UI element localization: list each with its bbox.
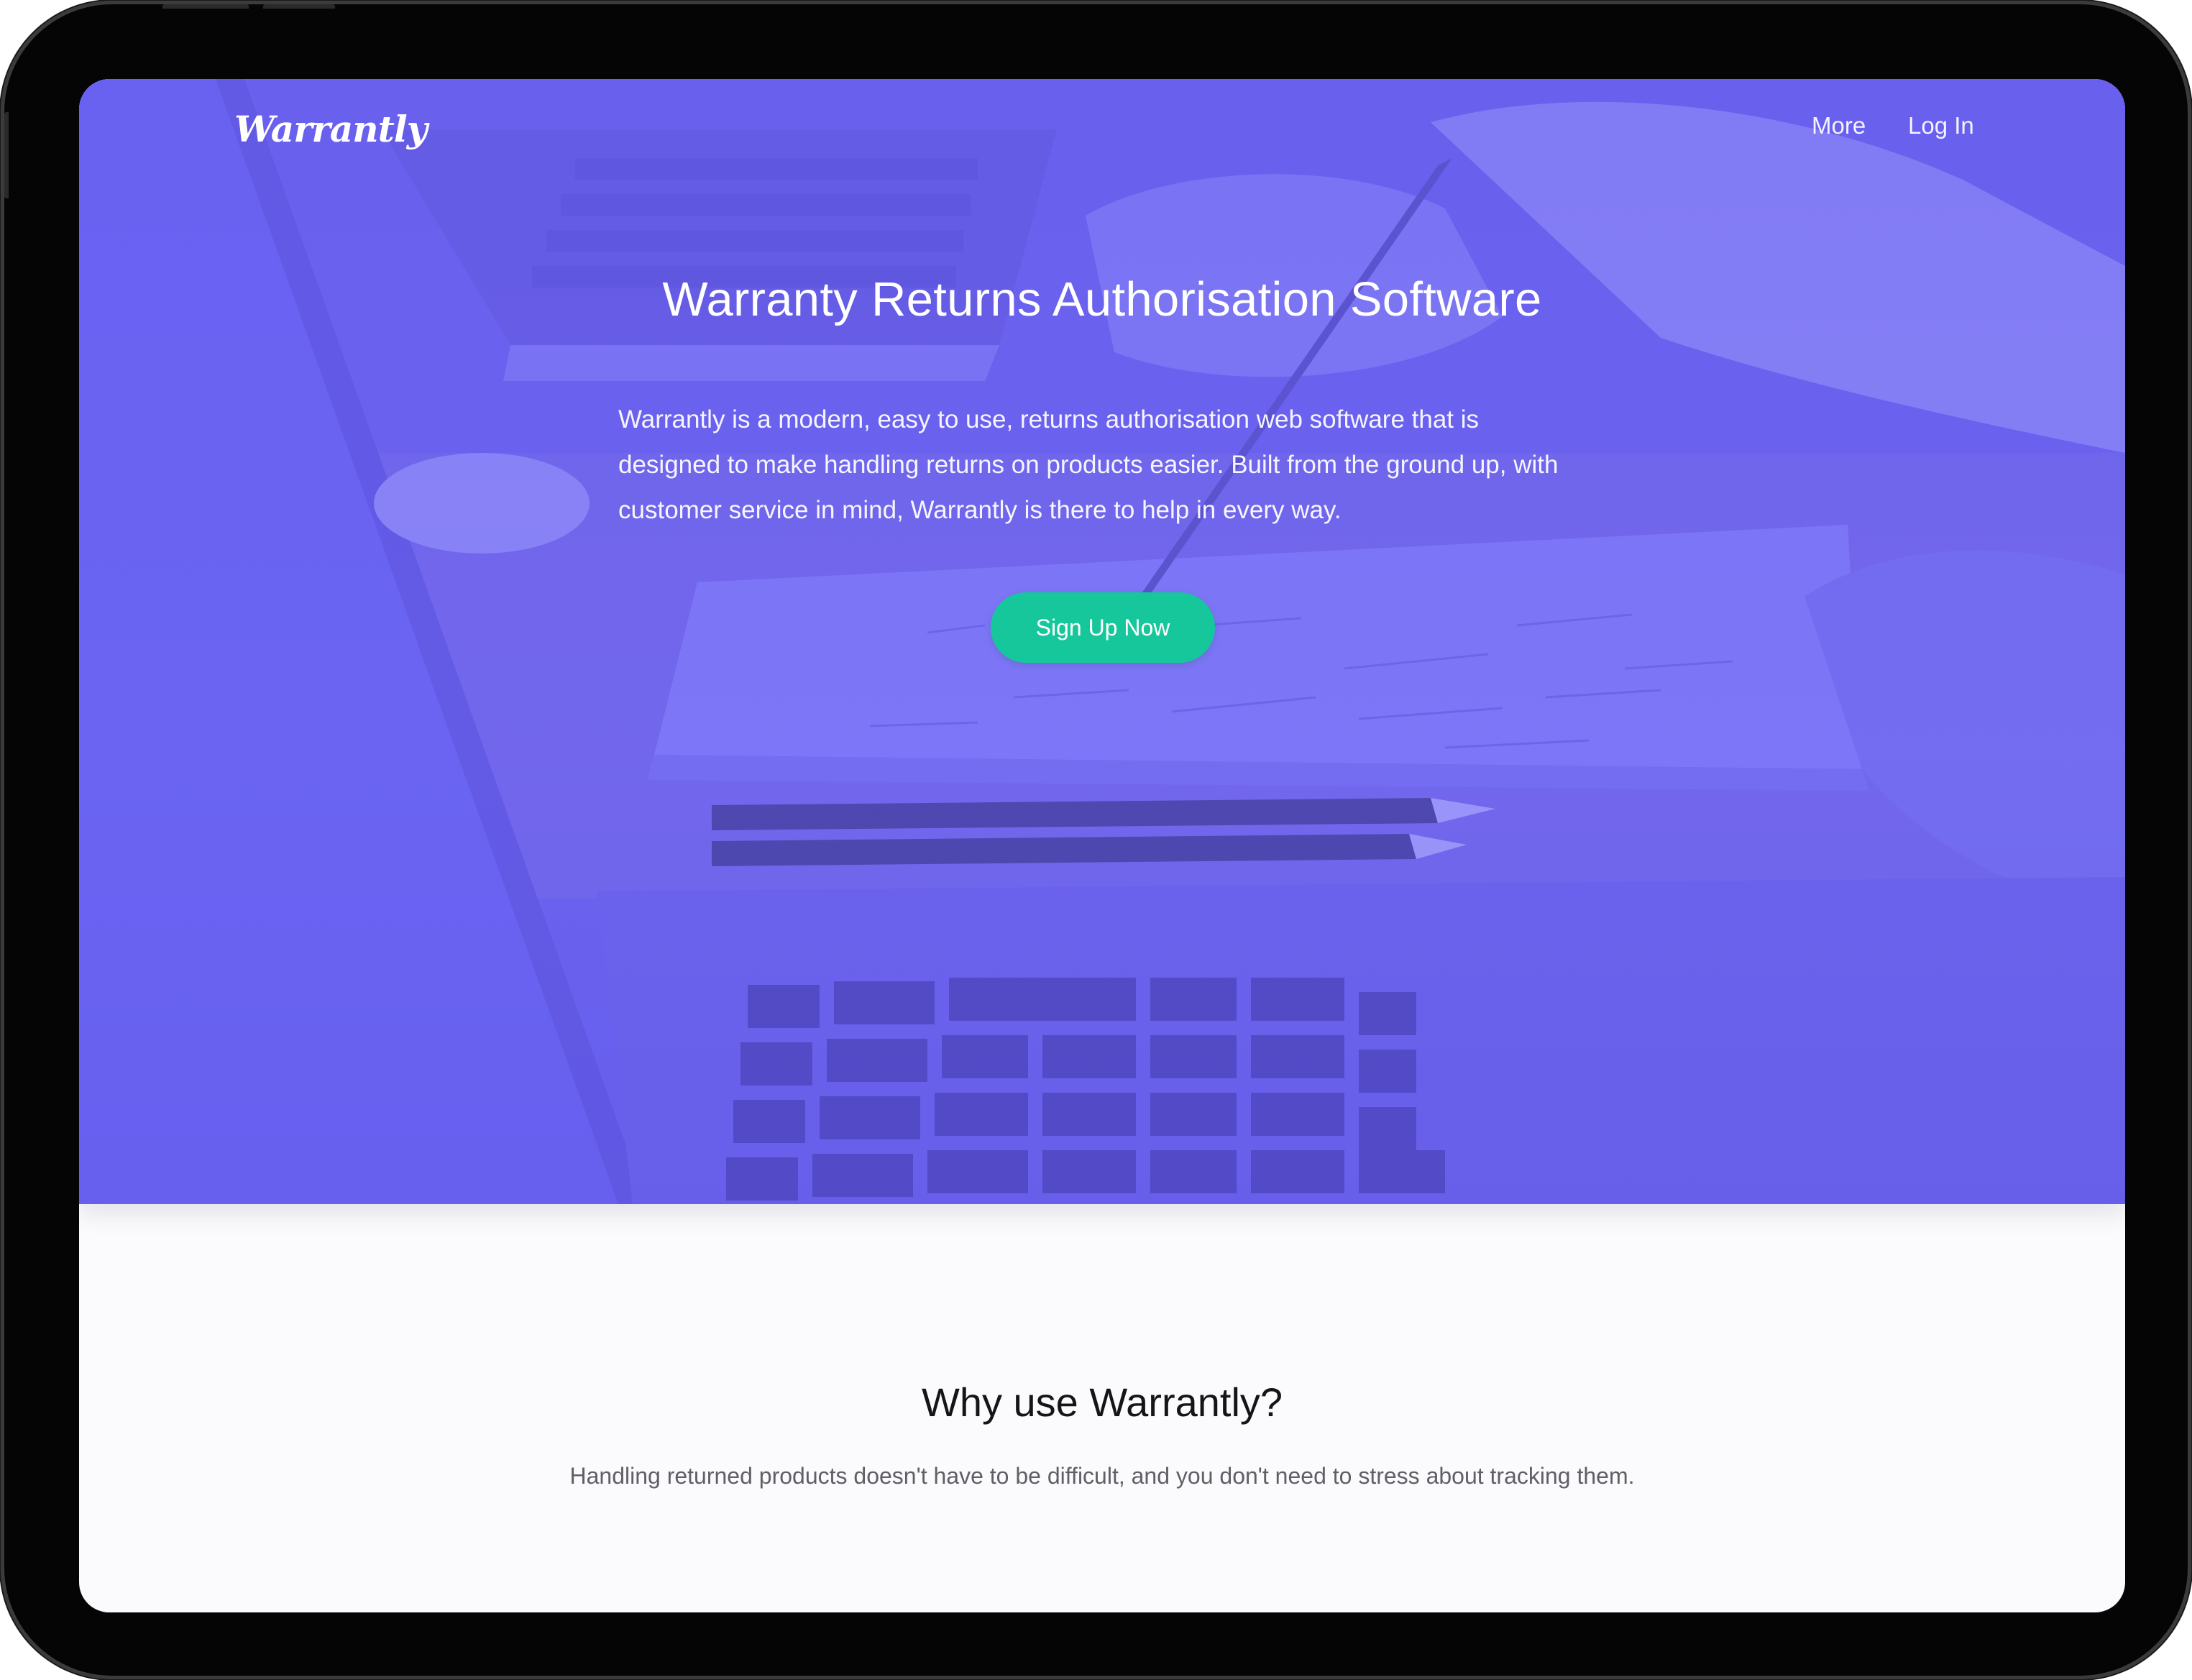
tablet-screen: Warrantly More Log In Warranty Returns A… bbox=[79, 79, 2125, 1612]
side-button bbox=[4, 112, 9, 198]
warrantly-logo[interactable]: Warrantly bbox=[234, 108, 428, 150]
sign-up-now-button[interactable]: Sign Up Now bbox=[991, 592, 1215, 663]
hero-section: Warrantly More Log In Warranty Returns A… bbox=[79, 79, 2125, 1204]
nav-link-more[interactable]: More bbox=[1812, 112, 1866, 139]
top-button bbox=[162, 4, 249, 9]
hero-title: Warranty Returns Authorisation Software bbox=[662, 272, 1542, 326]
tablet-frame: Warrantly More Log In Warranty Returns A… bbox=[4, 4, 2188, 1676]
why-description: Handling returned products doesn't have … bbox=[569, 1463, 1635, 1489]
nav-link-log-in[interactable]: Log In bbox=[1908, 112, 1974, 139]
top-button bbox=[263, 4, 335, 9]
top-navigation: Warrantly More Log In bbox=[79, 79, 2125, 180]
hero-description: Warrantly is a modern, easy to use, retu… bbox=[618, 405, 1559, 524]
why-title: Why use Warrantly? bbox=[921, 1380, 1283, 1425]
